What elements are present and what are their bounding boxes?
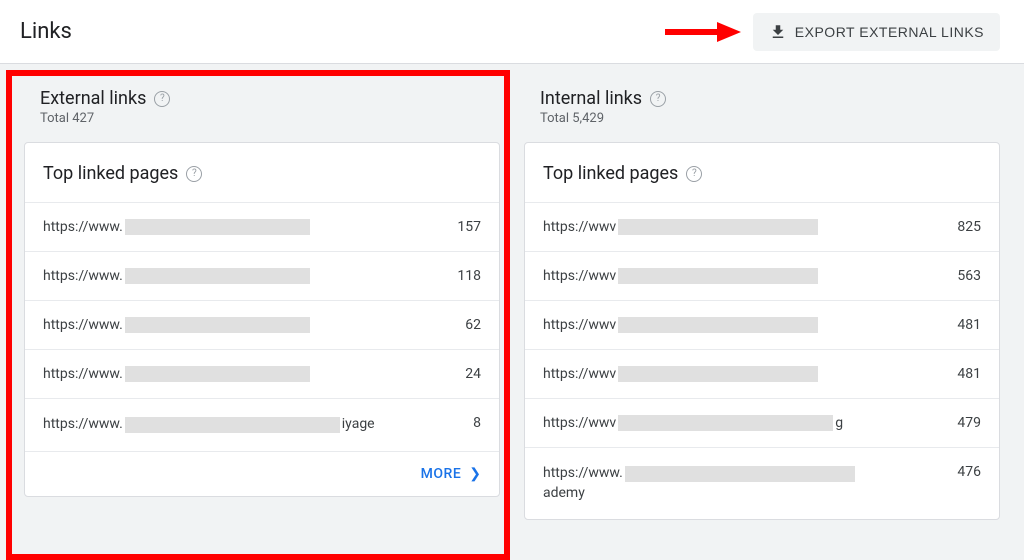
redacted-text <box>618 415 833 431</box>
help-icon[interactable]: ? <box>650 91 666 107</box>
page-header: Links EXPORT EXTERNAL LINKS <box>0 0 1024 64</box>
row-url: https://www. <box>43 219 312 235</box>
external-links-panel: External links ? Total 427 Top linked pa… <box>24 88 500 520</box>
redacted-text <box>125 268 310 284</box>
external-links-total: Total 427 <box>40 111 500 126</box>
help-icon[interactable]: ? <box>186 166 202 182</box>
redacted-text <box>125 219 310 235</box>
table-row[interactable]: https://wwv 563 <box>525 251 999 300</box>
internal-links-panel: Internal links ? Total 5,429 Top linked … <box>524 88 1000 520</box>
export-button-label: EXPORT EXTERNAL LINKS <box>795 24 984 40</box>
help-icon[interactable]: ? <box>686 166 702 182</box>
table-row[interactable]: https://wwv 825 <box>525 202 999 251</box>
external-links-title: External links <box>40 88 146 109</box>
internal-card-title: Top linked pages <box>543 163 678 184</box>
row-url: https://www. <box>43 268 312 284</box>
internal-links-title: Internal links <box>540 88 642 109</box>
row-count: 481 <box>957 366 981 382</box>
row-url: https://wwv <box>543 317 820 333</box>
row-count: 476 <box>957 464 981 480</box>
internal-top-linked-card: Top linked pages ? https://wwv825https:/… <box>524 142 1000 520</box>
redacted-text <box>618 219 818 235</box>
table-row[interactable]: https://wwv 481 <box>525 349 999 398</box>
external-top-linked-card: Top linked pages ? https://www.157https:… <box>24 142 500 497</box>
external-card-title: Top linked pages <box>43 163 178 184</box>
table-row[interactable]: https://www.iyage 8 <box>25 398 499 451</box>
more-button[interactable]: MORE ❯ <box>25 451 499 496</box>
row-count: 118 <box>457 268 481 284</box>
table-row[interactable]: https://www. 118 <box>25 251 499 300</box>
table-row[interactable]: https://www. 157 <box>25 202 499 251</box>
row-url: https://www.iyage <box>43 415 375 435</box>
redacted-text <box>125 366 310 382</box>
internal-panel-heading: Internal links ? Total 5,429 <box>524 88 1000 126</box>
redacted-text <box>618 366 818 382</box>
help-icon[interactable]: ? <box>154 91 170 107</box>
row-url: https://wwv <box>543 366 820 382</box>
row-url: https://wwv <box>543 268 820 284</box>
row-url: https://www.ademy <box>543 464 883 503</box>
row-count: 481 <box>957 317 981 333</box>
page-title: Links <box>20 19 72 44</box>
row-url: https://www. <box>43 317 312 333</box>
row-url: https://wwv <box>543 219 820 235</box>
row-count: 479 <box>957 415 981 431</box>
row-count: 62 <box>465 317 481 333</box>
redacted-text <box>125 417 340 433</box>
table-row[interactable]: https://www. 62 <box>25 300 499 349</box>
download-icon <box>769 23 787 41</box>
row-count: 825 <box>957 219 981 235</box>
table-row[interactable]: https://www.ademy 476 <box>525 447 999 519</box>
annotation-arrow <box>663 20 743 44</box>
redacted-text <box>618 317 818 333</box>
row-count: 24 <box>465 366 481 382</box>
chevron-right-icon: ❯ <box>469 466 481 482</box>
row-url: https://www. <box>43 366 312 382</box>
row-count: 157 <box>457 219 481 235</box>
table-row[interactable]: https://www. 24 <box>25 349 499 398</box>
redacted-text <box>618 268 818 284</box>
more-label: MORE <box>421 466 462 482</box>
export-external-links-button[interactable]: EXPORT EXTERNAL LINKS <box>753 13 1000 51</box>
row-count: 8 <box>473 415 481 431</box>
content-area: External links ? Total 427 Top linked pa… <box>0 64 1024 520</box>
row-url: https://wwvg <box>543 415 843 431</box>
row-count: 563 <box>957 268 981 284</box>
redacted-text <box>125 317 310 333</box>
table-row[interactable]: https://wwvg 479 <box>525 398 999 447</box>
internal-links-total: Total 5,429 <box>540 111 1000 126</box>
redacted-text <box>625 466 855 482</box>
external-panel-heading: External links ? Total 427 <box>24 88 500 126</box>
header-right: EXPORT EXTERNAL LINKS <box>663 13 1000 51</box>
table-row[interactable]: https://wwv 481 <box>525 300 999 349</box>
